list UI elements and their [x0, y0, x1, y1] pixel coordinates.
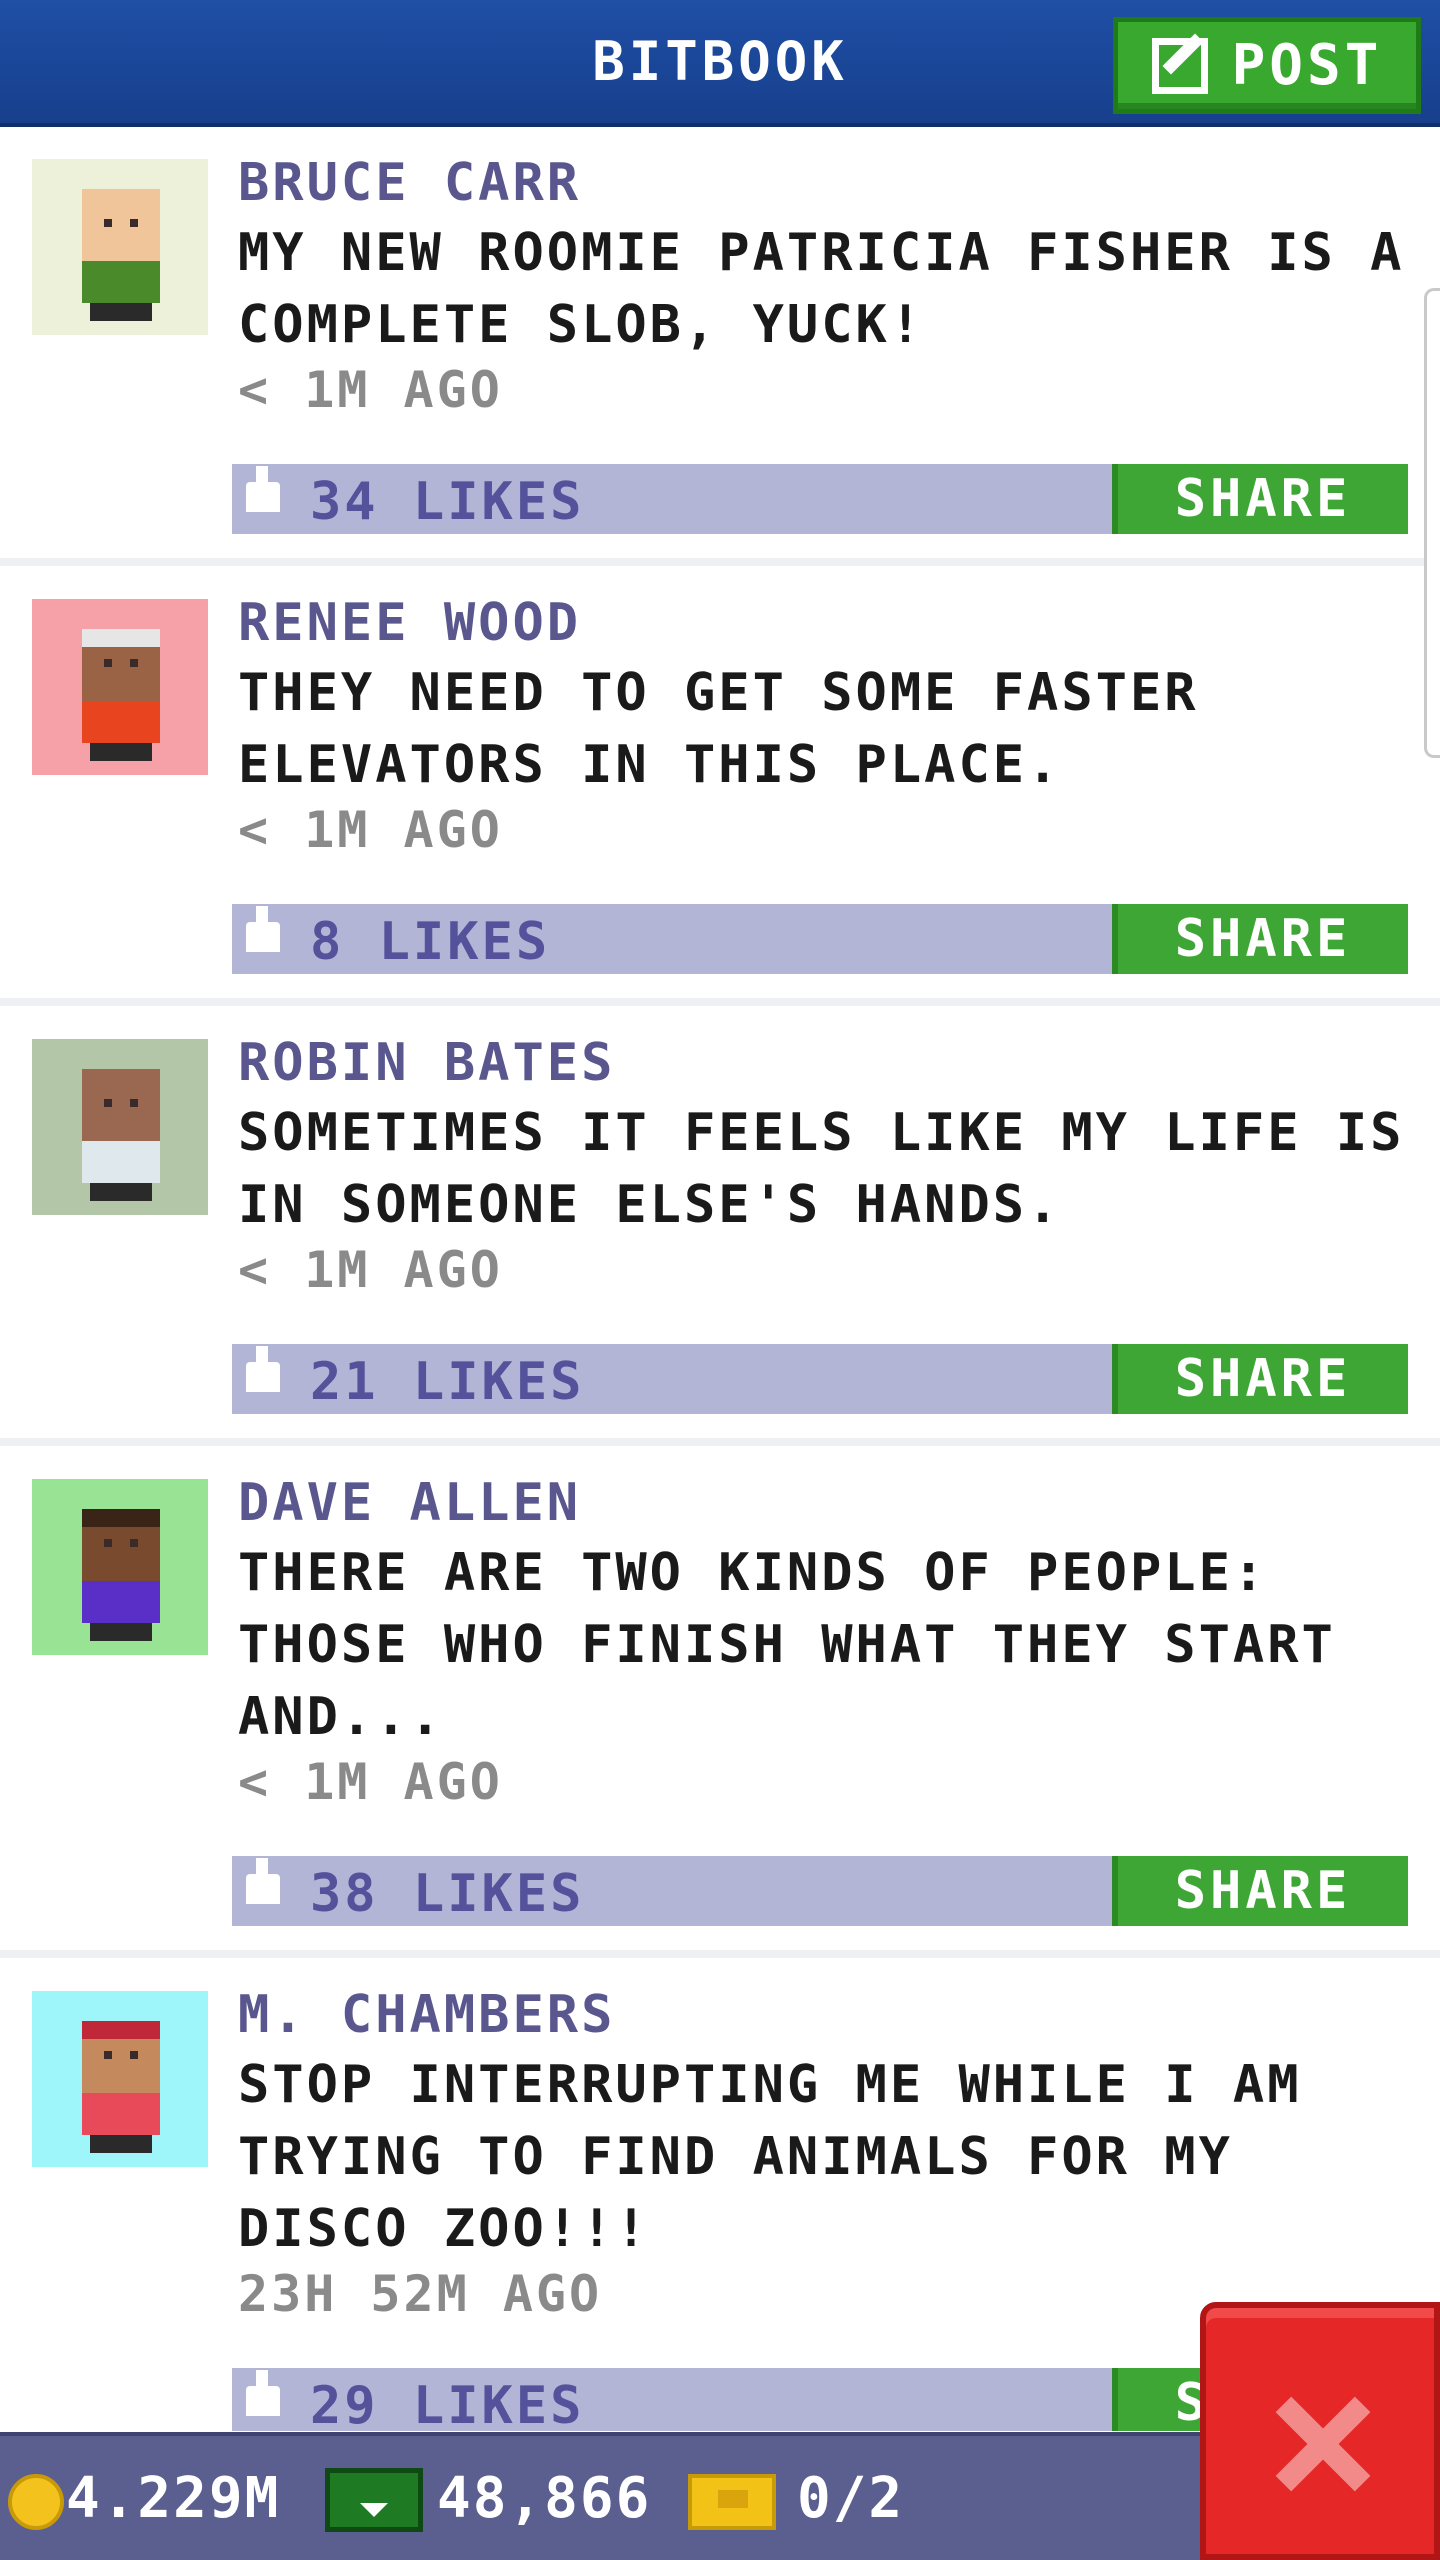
likes-count: 34 LIKES	[310, 472, 585, 532]
coin-icon	[8, 2474, 64, 2530]
avatar[interactable]	[32, 599, 208, 775]
post-time: < 1M AGO	[238, 361, 503, 419]
share-button[interactable]: SHARE	[1112, 464, 1408, 534]
ticket-icon	[688, 2474, 776, 2530]
avatar[interactable]	[32, 1991, 208, 2167]
likes-count: 38 LIKES	[310, 1864, 585, 1924]
likes-count: 8 LIKES	[310, 912, 551, 972]
edit-icon	[1151, 37, 1208, 94]
feed[interactable]: BRUCE CARR MY NEW ROOMIE PATRICIA FISHER…	[0, 131, 1440, 2431]
post-time: < 1M AGO	[238, 1241, 503, 1299]
share-button[interactable]: SHARE	[1112, 1344, 1408, 1414]
post-time: < 1M AGO	[238, 801, 503, 859]
bux-count: 48,866	[437, 2466, 652, 2531]
post-time: < 1M AGO	[238, 1753, 503, 1811]
likes-bar: 34 LIKES SHARE	[232, 464, 1408, 534]
likes-count: 29 LIKES	[310, 2376, 585, 2431]
thumbs-up-icon	[246, 466, 280, 512]
post-author[interactable]: M. CHAMBERS	[238, 1985, 615, 2045]
coins-count: 4.229M	[66, 2466, 281, 2531]
post-time: 23H 52M AGO	[238, 2265, 603, 2323]
ticket-count: 0/2	[797, 2466, 905, 2531]
likes-bar: 8 LIKES SHARE	[232, 904, 1408, 974]
likes-count: 21 LIKES	[310, 1352, 585, 1412]
post-divider	[0, 998, 1440, 1006]
thumbs-up-icon	[246, 2370, 280, 2416]
post-author[interactable]: ROBIN BATES	[238, 1033, 615, 1093]
post-message: SOMETIMES IT FEELS LIKE MY LIFE IS IN SO…	[238, 1103, 1405, 1235]
post-author[interactable]: RENEE WOOD	[238, 593, 581, 653]
thumbs-up-icon	[246, 906, 280, 952]
bux-icon	[325, 2468, 423, 2532]
post-message: THERE ARE TWO KINDS OF PEOPLE: THOSE WHO…	[238, 1543, 1336, 1747]
post-divider	[0, 1438, 1440, 1446]
post-author[interactable]: BRUCE CARR	[238, 153, 581, 213]
close-icon	[1274, 2396, 1370, 2492]
post-author[interactable]: DAVE ALLEN	[238, 1473, 581, 1533]
avatar[interactable]	[32, 1479, 208, 1655]
avatar[interactable]	[32, 1039, 208, 1215]
avatar[interactable]	[32, 159, 208, 335]
post-message: MY NEW ROOMIE PATRICIA FISHER IS A COMPL…	[238, 223, 1405, 355]
thumbs-up-icon	[246, 1858, 280, 1904]
app-header: BITBOOK POST	[0, 0, 1440, 127]
scrollbar[interactable]	[1424, 288, 1440, 758]
post-divider	[0, 558, 1440, 566]
post-message: THEY NEED TO GET SOME FASTER ELEVATORS I…	[238, 663, 1199, 795]
likes-bar: 38 LIKES SHARE	[232, 1856, 1408, 1926]
share-button[interactable]: SHARE	[1112, 904, 1408, 974]
post-divider	[0, 1950, 1440, 1958]
post-message: STOP INTERRUPTING ME WHILE I AM TRYING T…	[238, 2055, 1302, 2259]
post-button[interactable]: POST	[1113, 17, 1421, 114]
close-button[interactable]	[1200, 2302, 1440, 2560]
likes-bar: 21 LIKES SHARE	[232, 1344, 1408, 1414]
share-button[interactable]: SHARE	[1112, 1856, 1408, 1926]
post-button-label: POST	[1231, 33, 1383, 98]
thumbs-up-icon	[246, 1346, 280, 1392]
